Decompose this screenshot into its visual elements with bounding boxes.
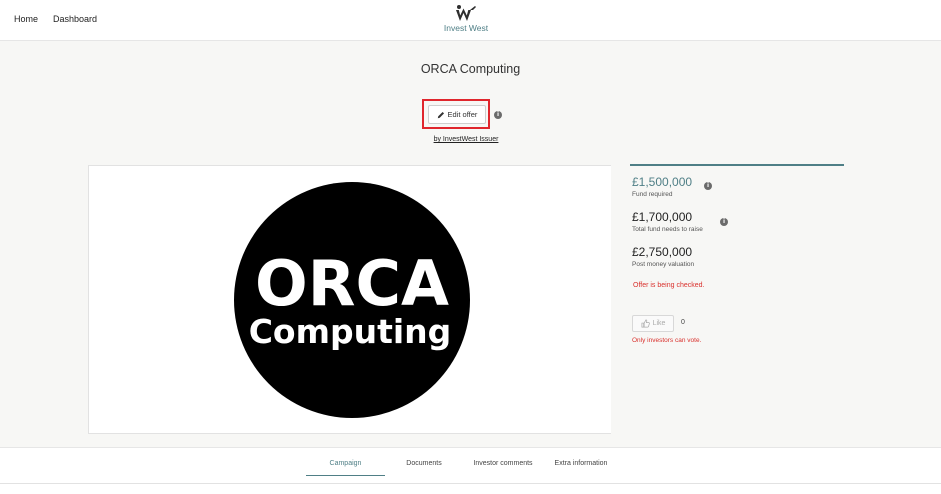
- edit-offer-button[interactable]: Edit offer: [428, 105, 486, 124]
- logo-text-computing: Computing: [249, 312, 452, 351]
- active-tab-indicator: [306, 475, 385, 476]
- post-money-label: Post money valuation: [632, 261, 695, 268]
- tab-investor-comments[interactable]: Investor comments: [467, 460, 539, 467]
- post-money-value: £2,750,000: [632, 245, 693, 259]
- total-fund-label: Total fund needs to raise: [632, 226, 703, 233]
- like-button[interactable]: Like: [632, 315, 674, 332]
- total-fund-info-icon[interactable]: i: [720, 218, 728, 226]
- total-fund-value: £1,700,000: [632, 210, 693, 224]
- nav-dashboard-link[interactable]: Dashboard: [53, 14, 97, 24]
- brand[interactable]: Invest West: [440, 4, 492, 33]
- side-panel-divider: [630, 164, 844, 166]
- page-title: ORCA Computing: [420, 62, 521, 76]
- invest-west-logo-icon: [456, 5, 476, 21]
- edit-offer-info-icon[interactable]: i: [494, 111, 502, 119]
- top-nav-bar: Home Dashboard Invest West: [0, 0, 941, 41]
- fund-required-label: Fund required: [632, 191, 673, 198]
- tab-campaign[interactable]: Campaign: [306, 460, 385, 467]
- offer-status-text: Offer is being checked.: [633, 282, 705, 289]
- brand-name: Invest West: [443, 23, 489, 33]
- issuer-link[interactable]: by InvestWest Issuer: [0, 136, 932, 143]
- logo-text-orca: ORCA: [255, 247, 449, 320]
- offer-tab-bar: Campaign Documents Investor comments Ext…: [0, 447, 941, 494]
- thumbs-up-icon: [641, 319, 650, 328]
- edit-offer-label: Edit offer: [447, 110, 478, 119]
- pencil-icon: [437, 111, 444, 118]
- fund-required-value: £1,500,000: [632, 175, 693, 189]
- tab-documents[interactable]: Documents: [394, 460, 454, 467]
- orca-computing-logo: ORCA Computing: [234, 182, 470, 418]
- tab-extra-information[interactable]: Extra information: [548, 460, 614, 467]
- like-count: 0: [681, 319, 685, 326]
- like-label: Like: [652, 320, 666, 327]
- fund-required-info-icon[interactable]: i: [704, 182, 712, 190]
- vote-restriction-note: Only investors can vote.: [632, 337, 702, 344]
- offer-media: ORCA Computing: [88, 165, 611, 434]
- nav-home-link[interactable]: Home: [14, 14, 38, 24]
- tab-bar-divider: [0, 483, 941, 484]
